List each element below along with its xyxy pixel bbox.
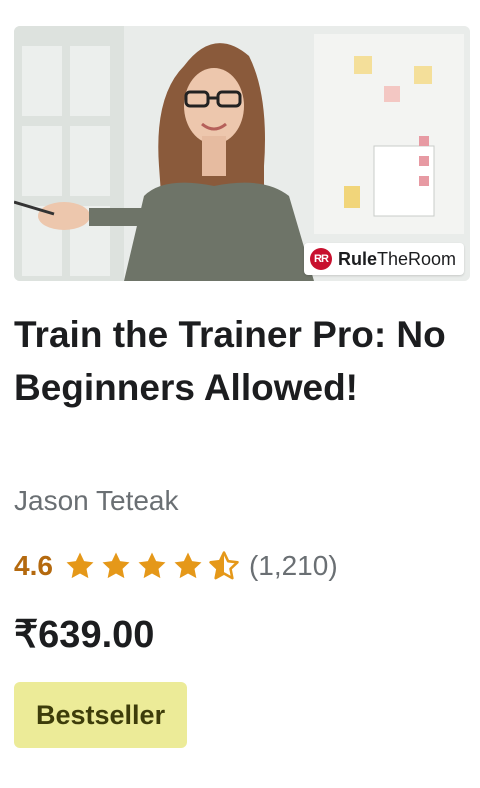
star-icon	[66, 552, 94, 579]
instructor-name: Jason Teteak	[14, 485, 179, 516]
star-icon	[102, 552, 130, 579]
bestseller-badge: Bestseller	[14, 682, 188, 748]
rating-stars	[63, 549, 241, 583]
course-thumbnail[interactable]: RR RuleTheRoom	[14, 26, 470, 281]
brand-name: RuleTheRoom	[338, 249, 456, 270]
brand-logo: RR RuleTheRoom	[303, 243, 464, 275]
brand-name-bold: Rule	[337, 248, 377, 269]
star-icon	[174, 552, 202, 579]
course-title[interactable]: Train the Trainer Pro: No Beginners Allo…	[14, 308, 454, 414]
ruletheroom-logo-icon: RR	[309, 248, 332, 270]
star-icon	[138, 552, 166, 579]
review-count: (1,210)	[248, 550, 338, 581]
rating-row: 4.6 (1,210)	[14, 546, 338, 586]
brand-name-rest: TheRoom	[376, 248, 456, 269]
star-half-icon	[209, 551, 239, 580]
course-card[interactable]: RR RuleTheRoom Train the Trainer Pro: No…	[0, 0, 480, 788]
rating-value: 4.6	[14, 550, 53, 581]
course-price: ₹639.00	[14, 614, 155, 656]
